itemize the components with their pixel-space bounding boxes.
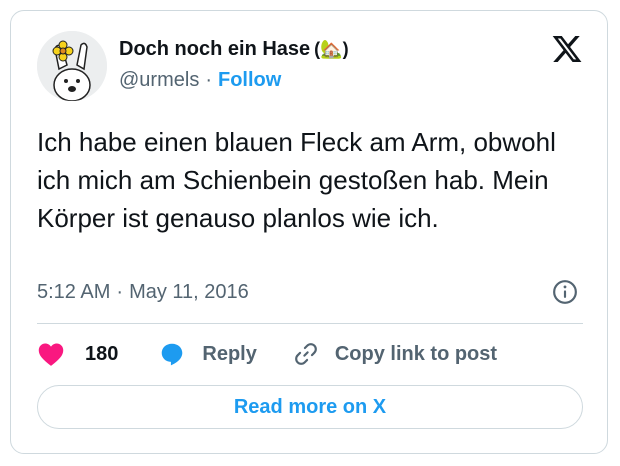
divider bbox=[37, 323, 583, 324]
tweet-time[interactable]: 5:12 AM bbox=[37, 281, 110, 304]
action-bar: 180 Reply Copy link to post bbox=[37, 339, 497, 369]
tweet-date[interactable]: May 11, 2016 bbox=[129, 281, 249, 304]
copy-link-button[interactable]: Copy link to post bbox=[293, 341, 497, 367]
like-count: 180 bbox=[85, 342, 119, 365]
avatar[interactable] bbox=[37, 31, 107, 101]
tweet-timestamp[interactable]: 5:12 AM · May 11, 2016 bbox=[37, 281, 249, 304]
copy-link-label: Copy link to post bbox=[334, 342, 498, 365]
tweet-text: Ich habe einen blauen Fleck am Arm, obwo… bbox=[37, 127, 556, 233]
author-name[interactable]: Doch noch ein Hase bbox=[119, 38, 310, 61]
separator-dot: · bbox=[205, 69, 212, 91]
tweet-card: Doch noch ein Hase (🏡) @urmels · Follow … bbox=[10, 10, 608, 454]
author-emoji: (🏡) bbox=[314, 39, 349, 59]
link-icon bbox=[294, 343, 317, 365]
reply-label: Reply bbox=[202, 342, 257, 365]
speech-bubble-icon bbox=[162, 343, 183, 366]
read-more-button[interactable]: Read more on X bbox=[37, 385, 583, 429]
read-more-label: Read more on X bbox=[233, 395, 387, 418]
handle-row: @urmels · Follow bbox=[119, 69, 281, 92]
author-handle[interactable]: @urmels bbox=[119, 69, 199, 92]
bunny-avatar-image bbox=[37, 31, 107, 101]
reply-button[interactable]: Reply bbox=[158, 341, 257, 367]
heart-icon bbox=[38, 343, 64, 366]
x-logo-icon[interactable] bbox=[551, 33, 583, 65]
meta-separator: · bbox=[116, 281, 124, 303]
author-name-row[interactable]: Doch noch ein Hase (🏡) bbox=[119, 38, 349, 61]
follow-button[interactable]: Follow bbox=[218, 69, 281, 92]
like-button[interactable]: 180 bbox=[37, 341, 118, 367]
info-icon[interactable] bbox=[552, 279, 578, 305]
